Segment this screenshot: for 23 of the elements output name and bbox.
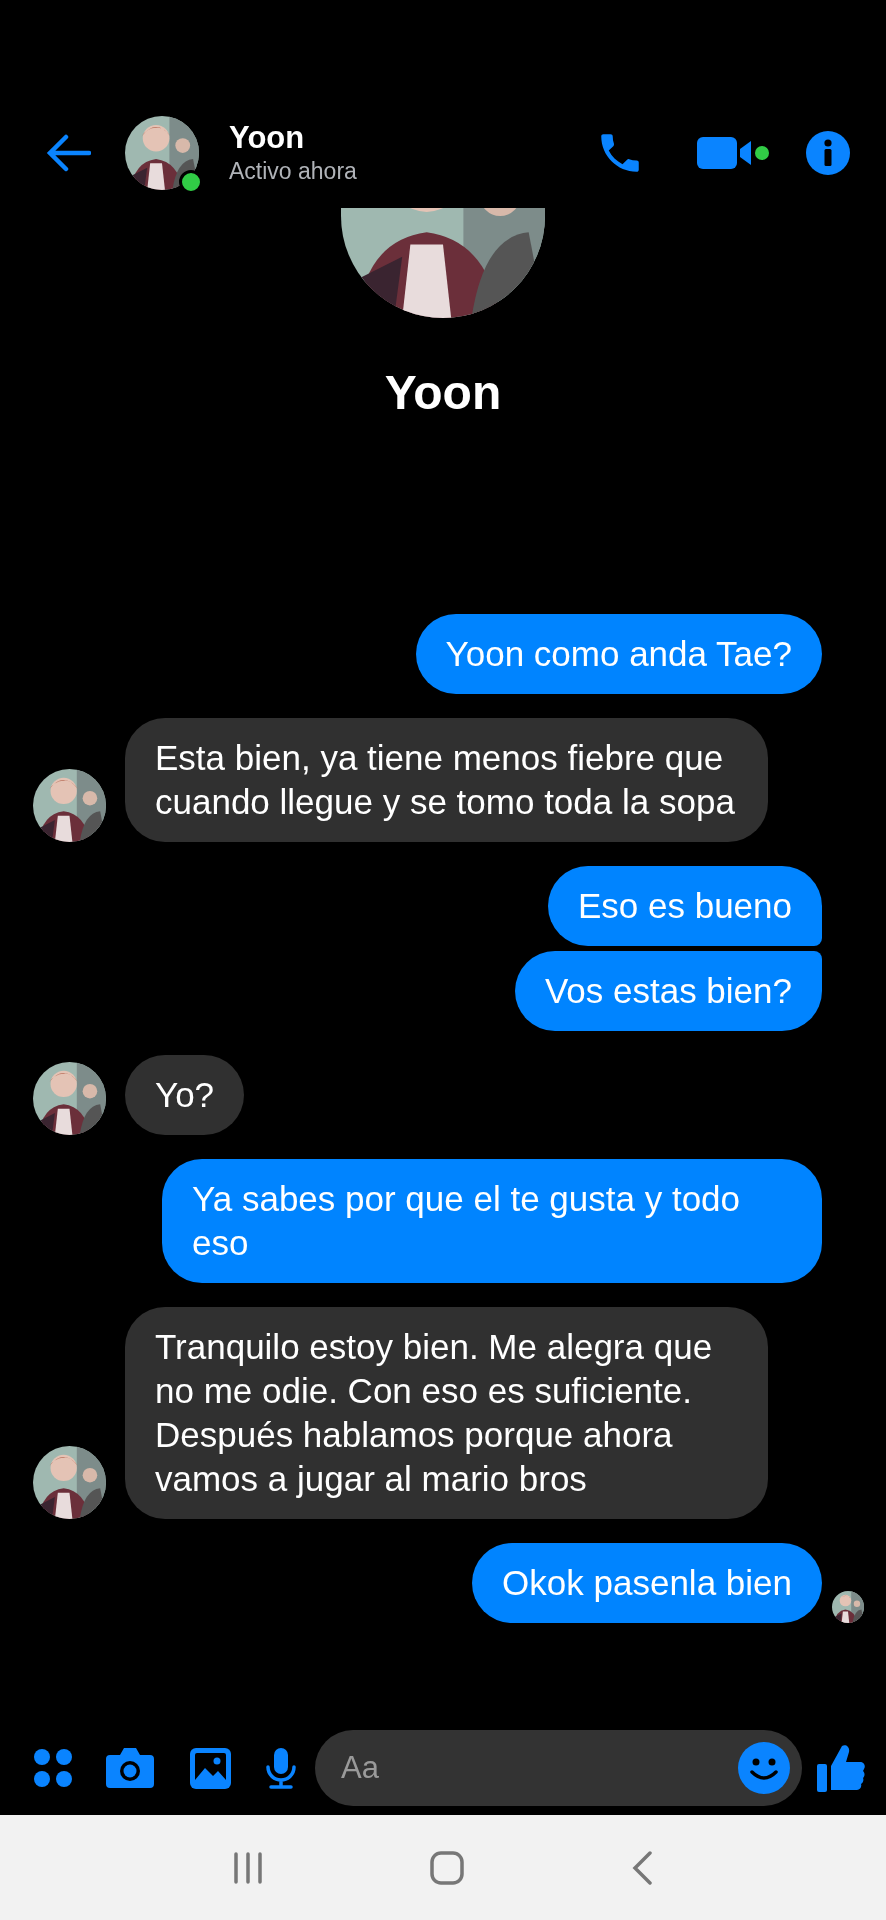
microphone-icon[interactable]	[265, 1747, 297, 1789]
recent-apps-icon[interactable]	[233, 1851, 264, 1884]
sent-message: Okok pasenla bien	[472, 1543, 822, 1623]
sent-message: Ya sabes por que el te gusta y todo eso	[162, 1159, 822, 1283]
received-message: Yo?	[125, 1055, 245, 1135]
sent-message: Vos estas bien?	[514, 951, 822, 1031]
image-icon[interactable]	[188, 1745, 233, 1791]
message-field[interactable]: Aa	[315, 1730, 802, 1806]
info-icon[interactable]	[806, 130, 850, 175]
emoji-icon[interactable]	[738, 1742, 790, 1794]
back-icon[interactable]	[630, 1850, 653, 1885]
profile-name: Yoon	[383, 365, 503, 421]
home-icon[interactable]	[430, 1850, 464, 1885]
sent-message: Eso es bueno	[547, 866, 822, 946]
apps-icon[interactable]	[33, 1748, 73, 1788]
sent-message: Yoon como anda Tae?	[415, 614, 822, 694]
camera-icon[interactable]	[105, 1747, 155, 1789]
back-icon[interactable]	[45, 133, 91, 172]
status-text: Activo ahora	[229, 156, 358, 186]
thumbs-up-icon[interactable]	[816, 1742, 866, 1794]
contact-name: Yoon	[229, 119, 306, 156]
received-message: Esta bien, ya tiene menos fiebre que cuando llegue y se tomo toda la sopa	[125, 718, 768, 842]
received-message: Tranquilo estoy bien. Me alegra que no me odie. Con eso es suficiente. Después hablamos porque ahora vamos a jugar al mario bros	[125, 1307, 768, 1519]
